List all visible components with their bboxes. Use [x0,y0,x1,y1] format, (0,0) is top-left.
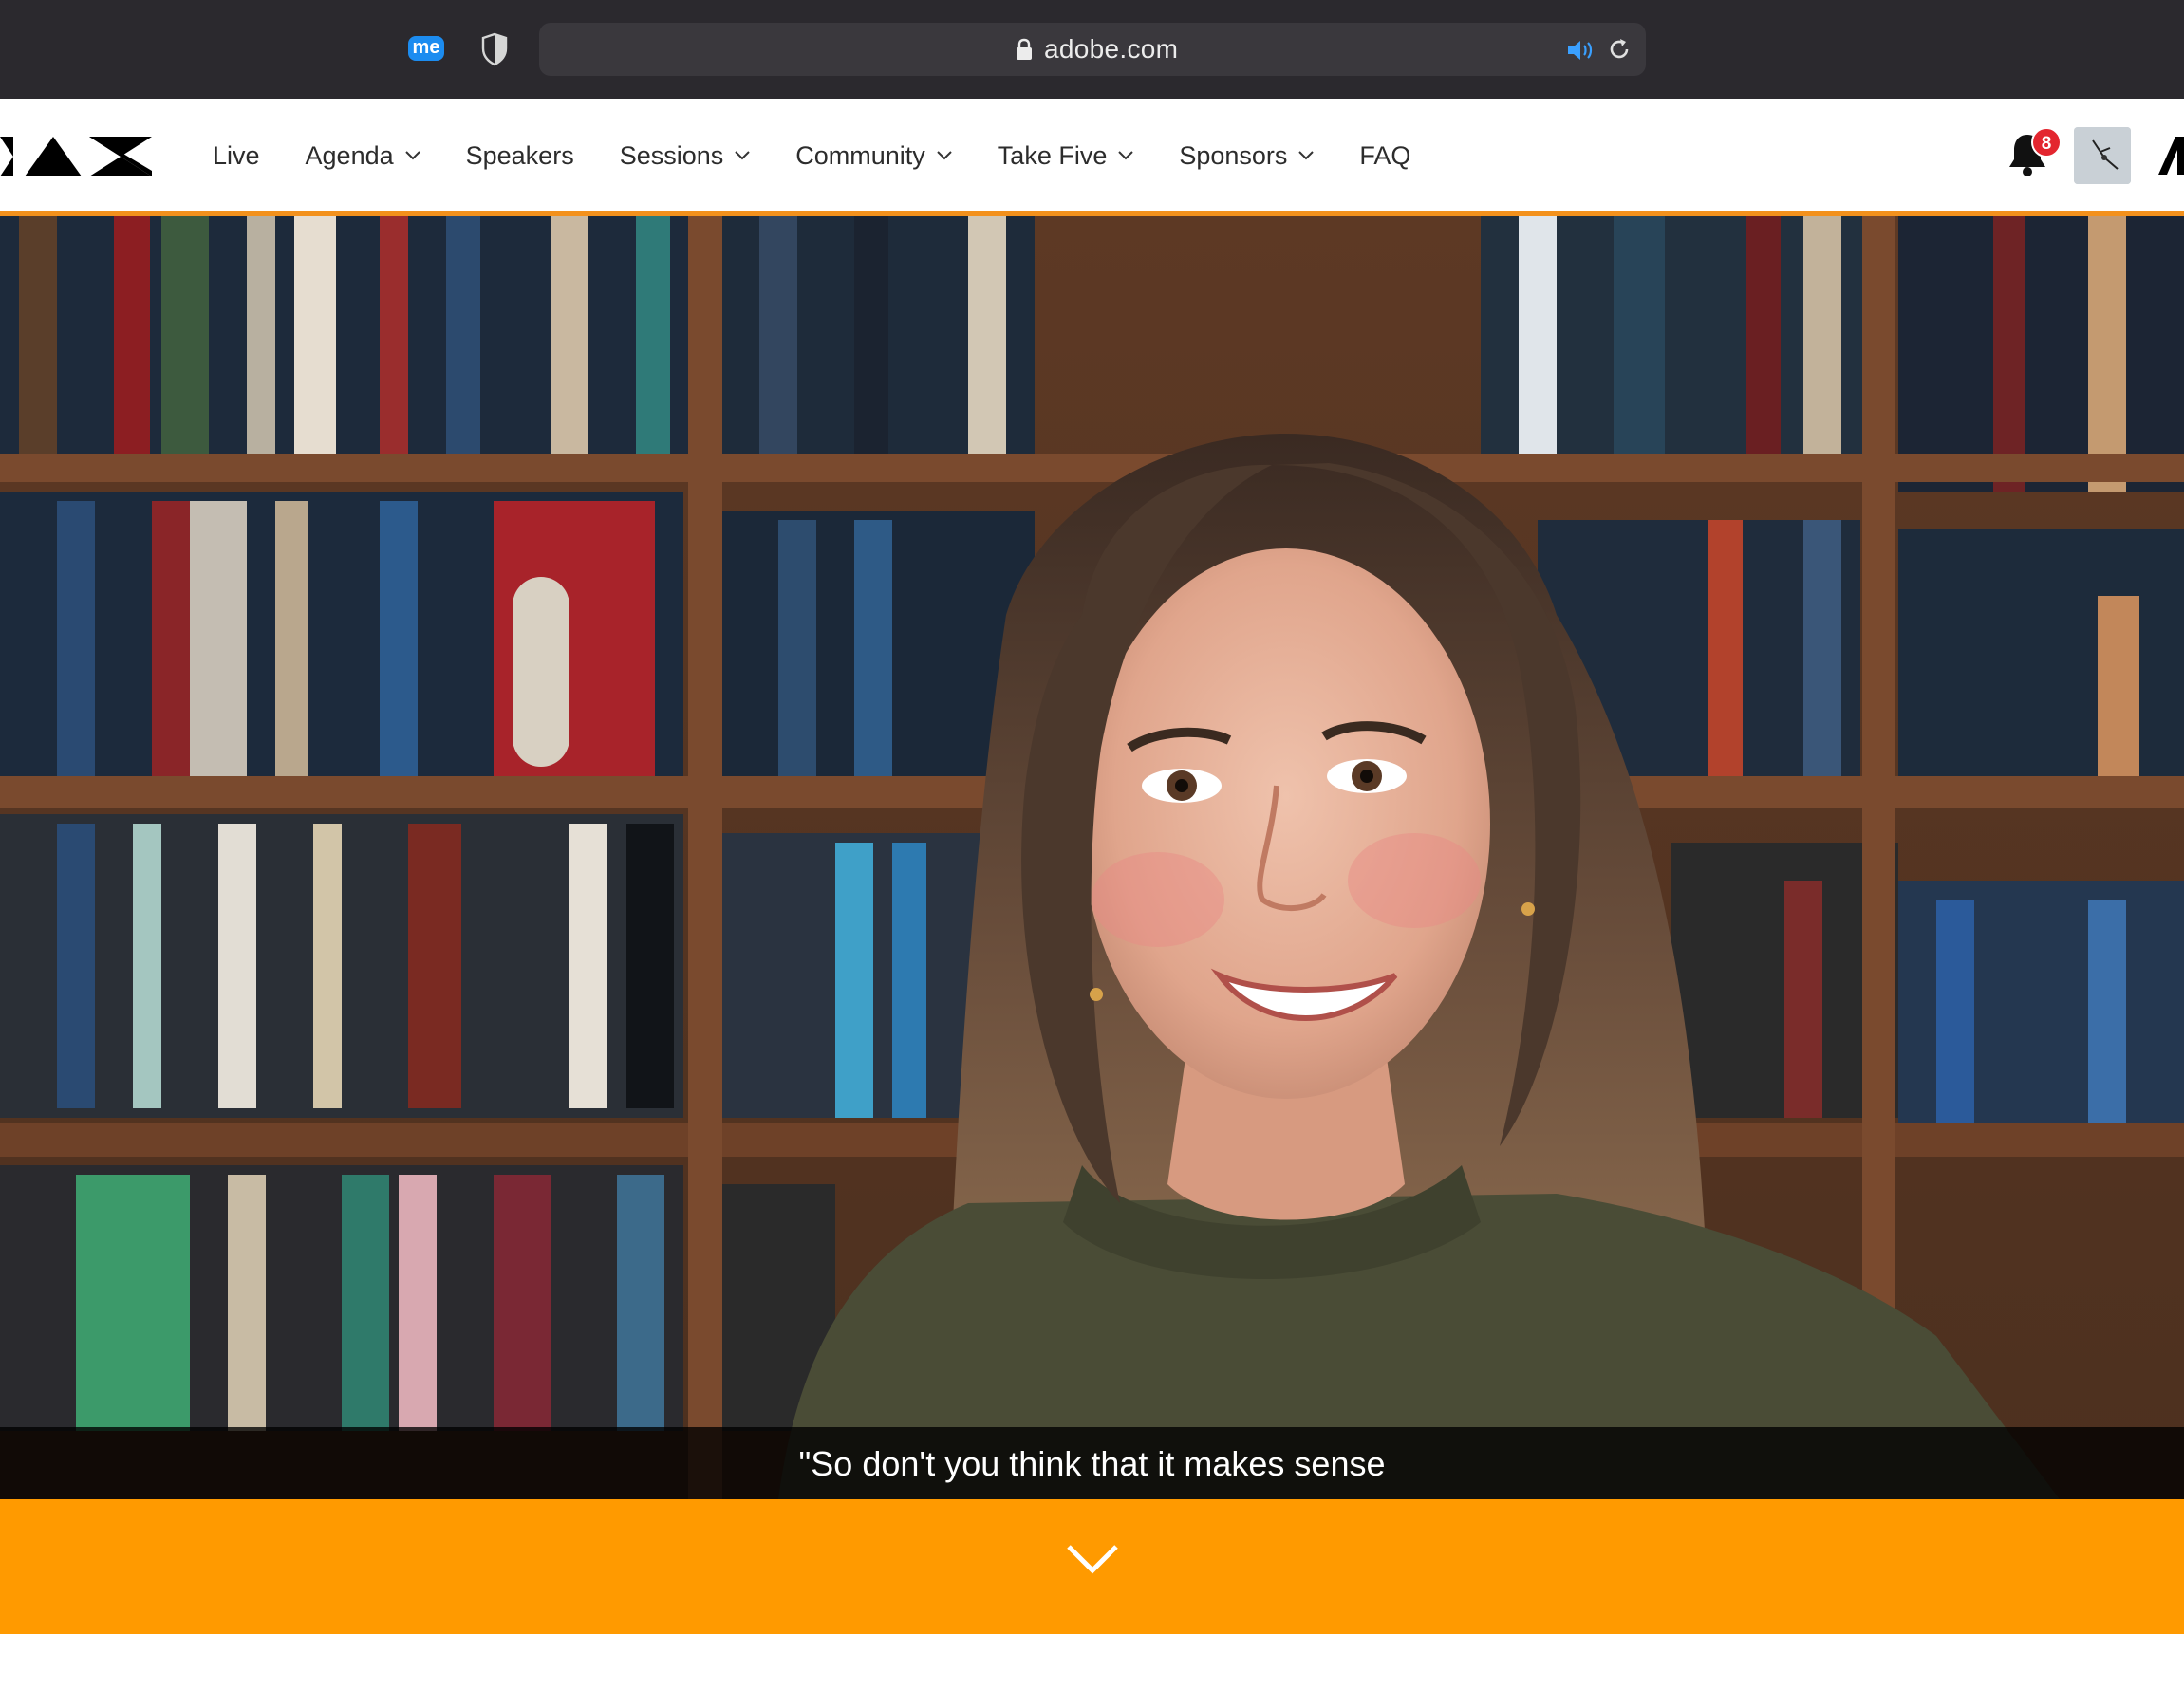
chevron-down-icon [937,151,952,160]
lock-icon [1017,38,1032,60]
main-nav: Live Agenda Speakers Sessions Community … [213,99,1456,213]
browser-toolbar: me adobe.com [0,0,2184,99]
reload-icon[interactable] [1606,36,1633,63]
nav-item-label: Community [795,140,925,170]
video-caption-bar: "So don't you think that it makes sense [0,1427,2184,1499]
nav-item-label: Take Five [997,140,1108,170]
address-bar[interactable]: adobe.com [539,23,1646,76]
url-text: adobe.com [1044,34,1179,64]
avatar-image [2074,127,2131,184]
nav-item-speakers[interactable]: Speakers [466,141,574,171]
nav-item-label: Sessions [619,140,724,170]
me-extension-icon[interactable]: me [408,36,444,61]
nav-item-label: Speakers [465,140,574,170]
nav-item-community[interactable]: Community [795,141,952,171]
nav-item-faq[interactable]: FAQ [1359,141,1410,171]
hero-video[interactable]: "So don't you think that it makes sense [0,216,2184,1499]
nav-item-sponsors[interactable]: Sponsors [1179,140,1315,171]
avatar[interactable] [2074,127,2131,184]
nav-item-label: FAQ [1359,140,1411,170]
notification-badge: 8 [2031,127,2062,158]
nav-item-label: Agenda [305,140,394,170]
adobe-logo-icon[interactable] [2158,137,2184,175]
video-caption: "So don't you think that it makes sense [798,1444,1386,1483]
chevron-down-icon [1118,151,1134,160]
chevron-down-icon [1067,1545,1118,1574]
audio-playing-icon[interactable] [1566,38,1595,63]
chevron-down-icon [1298,151,1315,160]
chevron-down-icon [735,151,750,160]
nav-item-label: Sponsors [1179,140,1288,170]
nav-item-agenda[interactable]: Agenda [306,141,420,171]
video-frame [0,216,2184,1499]
nav-item-live[interactable]: Live [213,141,260,171]
nav-item-take-five[interactable]: Take Five [998,141,1134,171]
nav-item-label: Live [213,140,260,170]
shield-icon[interactable] [480,32,509,66]
site-header: Live Agenda Speakers Sessions Community … [0,99,2184,213]
nav-item-sessions[interactable]: Sessions [620,141,751,171]
chevron-down-icon [404,151,420,160]
max-logo-icon[interactable] [0,133,154,180]
scroll-down-button[interactable] [0,1499,2184,1634]
